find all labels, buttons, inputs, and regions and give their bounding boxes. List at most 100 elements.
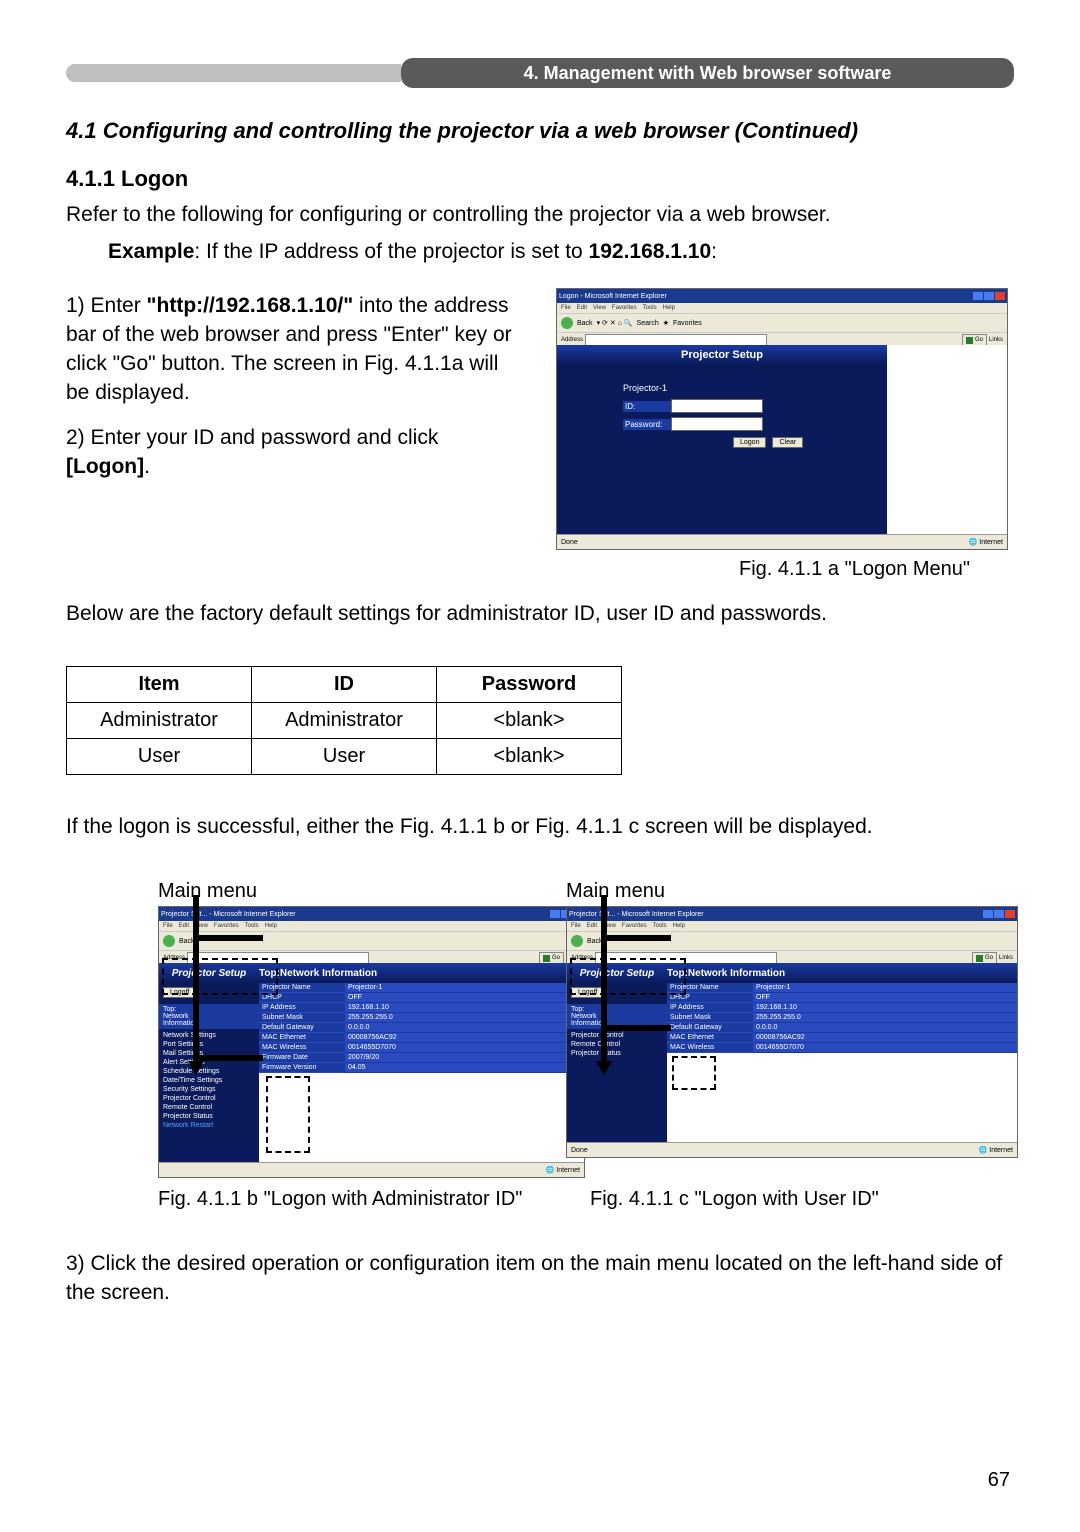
favorites-label[interactable]: Favorites — [673, 320, 702, 327]
info-val: OFF — [753, 993, 1017, 1003]
id-label: ID: — [623, 401, 671, 412]
step-1: 1) Enter "http://192.168.1.10/" into the… — [66, 292, 520, 408]
sidebar-item[interactable]: Projector Status — [567, 1049, 667, 1058]
ie-titlebar: Logon - Microsoft Internet Explorer — [557, 289, 1007, 303]
caption-figure-a: Fig. 4.1.1 a "Logon Menu" — [739, 558, 970, 581]
sidebar-item[interactable]: Mail Settings — [159, 1049, 259, 1058]
sidebar-item[interactable]: Remote Control — [159, 1103, 259, 1112]
address-label: Address — [561, 337, 583, 343]
maximize-icon[interactable] — [984, 292, 994, 300]
sidebar-item[interactable]: Alert Settings — [159, 1058, 259, 1067]
links-label[interactable]: Links — [989, 337, 1003, 343]
projector-setup-pane: Projector Setup Projector-1 ID: Password… — [557, 345, 887, 535]
menu-favorites[interactable]: Favorites — [612, 305, 637, 311]
ie-menubar[interactable]: File Edit View Favorites Tools Help — [557, 303, 1007, 314]
status-zone: 🌐 Internet — [969, 538, 1003, 546]
menu-view[interactable]: View — [603, 923, 616, 929]
info-val: 255.255.255.0 — [345, 1013, 584, 1023]
callout-box — [570, 958, 686, 995]
menu-view[interactable]: View — [195, 923, 208, 929]
logon-button[interactable]: Logon — [733, 437, 766, 448]
minimize-icon[interactable] — [550, 910, 560, 918]
info-key: MAC Ethernet — [667, 1033, 753, 1043]
sidebar-group[interactable]: Top: Network Information — [159, 1004, 259, 1029]
info-val: 00008756AC92 — [345, 1033, 584, 1043]
menu-help[interactable]: Help — [663, 305, 675, 311]
example-ip: 192.168.1.10 — [589, 240, 712, 263]
projector-name-label: Projector-1 — [623, 383, 887, 393]
clear-button[interactable]: Clear — [772, 437, 803, 448]
password-input[interactable] — [671, 417, 763, 431]
info-val: 00008756AC92 — [753, 1033, 1017, 1043]
status-done: Done — [561, 539, 578, 546]
sidebar-item[interactable]: Port Settings — [159, 1040, 259, 1049]
close-icon[interactable] — [1005, 910, 1015, 918]
ie-title: Logon - Microsoft Internet Explorer — [559, 293, 667, 300]
sidebar-item[interactable]: Remote Control — [567, 1040, 667, 1049]
back-icon[interactable] — [163, 935, 175, 947]
ie-statusbar: 🌐 Internet — [159, 1162, 584, 1177]
ie-statusbar: Done 🌐 Internet — [557, 534, 1007, 549]
menu-tools[interactable]: Tools — [245, 923, 259, 929]
menu-favorites[interactable]: Favorites — [214, 923, 239, 929]
info-key: MAC Wireless — [667, 1043, 753, 1053]
menu-edit[interactable]: Edit — [587, 923, 597, 929]
main-menu-label-b: Main menu — [158, 880, 257, 903]
step-3: 3) Click the desired operation or config… — [66, 1250, 1014, 1308]
menu-favorites[interactable]: Favorites — [622, 923, 647, 929]
sidebar-item[interactable]: Projector Control — [159, 1094, 259, 1103]
ie-menubar[interactable]: File Edit View Favorites Tools Help — [159, 921, 584, 932]
menu-edit[interactable]: Edit — [179, 923, 189, 929]
step2-a: 2) Enter your ID and password and click — [66, 426, 438, 449]
ie-title: Projector Set... - Microsoft Internet Ex… — [569, 911, 704, 918]
page-title: Top:Network Information — [667, 963, 1017, 983]
sidebar-item[interactable]: Date/Time Settings — [159, 1076, 259, 1085]
info-val: Projector-1 — [753, 983, 1017, 993]
sidebar-item[interactable]: Schedule Settings — [159, 1067, 259, 1076]
figure-logon-menu: Logon - Microsoft Internet Explorer File… — [556, 288, 1008, 550]
menu-file[interactable]: File — [163, 923, 173, 929]
back-icon[interactable] — [571, 935, 583, 947]
menu-view[interactable]: View — [593, 305, 606, 311]
back-icon[interactable] — [561, 317, 573, 329]
back-label[interactable]: Back — [179, 938, 195, 945]
password-label: Password: — [623, 419, 671, 430]
sidebar-item[interactable]: Network Settings — [159, 1031, 259, 1040]
step-2: 2) Enter your ID and password and click … — [66, 424, 520, 482]
links-label[interactable]: Links — [999, 955, 1013, 961]
info-val: 0014655D7070 — [345, 1043, 584, 1053]
menu-file[interactable]: File — [571, 923, 581, 929]
id-input[interactable] — [671, 399, 763, 413]
sidebar-item[interactable]: Projector Status — [159, 1112, 259, 1121]
menu-edit[interactable]: Edit — [577, 305, 587, 311]
sidebar-group[interactable]: Top: Network Information — [567, 1004, 667, 1029]
minimize-icon[interactable] — [973, 292, 983, 300]
minimize-icon[interactable] — [983, 910, 993, 918]
ie-menubar[interactable]: File Edit View Favorites Tools Help — [567, 921, 1017, 932]
back-label[interactable]: Back — [587, 938, 603, 945]
menu-file[interactable]: File — [561, 305, 571, 311]
status-zone: 🌐 Internet — [979, 1146, 1013, 1154]
menu-help[interactable]: Help — [673, 923, 685, 929]
menu-tools[interactable]: Tools — [643, 305, 657, 311]
sidebar-item[interactable]: Security Settings — [159, 1085, 259, 1094]
success-text: If the logon is successful, either the F… — [66, 812, 1014, 841]
back-label[interactable]: Back — [577, 320, 593, 327]
intro-text: Refer to the following for configuring o… — [66, 200, 831, 229]
info-val: 2007/9/20 — [345, 1053, 584, 1063]
close-icon[interactable] — [995, 292, 1005, 300]
sidebar-item[interactable]: Projector Control — [567, 1031, 667, 1040]
maximize-icon[interactable] — [994, 910, 1004, 918]
search-label[interactable]: Search — [637, 320, 659, 327]
menu-tools[interactable]: Tools — [653, 923, 667, 929]
info-val: 0.0.0.0 — [345, 1023, 584, 1033]
ie-titlebar: Projector Set... - Microsoft Internet Ex… — [159, 907, 584, 921]
menu-help[interactable]: Help — [265, 923, 277, 929]
cell: User — [67, 739, 252, 775]
main-menu-sidebar: Logoff Top: Network Information Projecto… — [567, 983, 667, 1143]
info-key: IP Address — [667, 1003, 753, 1013]
step1-url: "http://192.168.1.10/" — [147, 294, 354, 317]
info-key: Subnet Mask — [667, 1013, 753, 1023]
sidebar-item[interactable]: Network Restart — [159, 1121, 259, 1130]
table-row: Administrator Administrator <blank> — [67, 703, 622, 739]
